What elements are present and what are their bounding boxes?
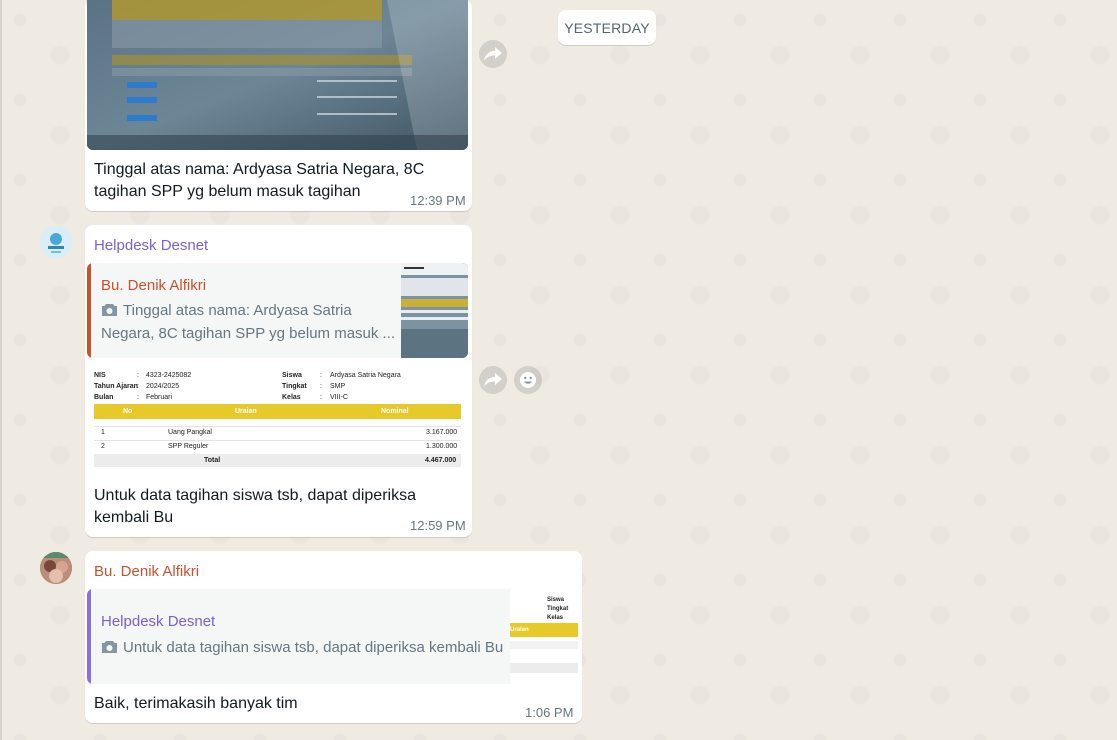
thumb-row bbox=[510, 663, 578, 673]
forward-button[interactable] bbox=[479, 40, 507, 68]
row2-no: 2 bbox=[101, 443, 105, 450]
year-label: Tahun Ajaran bbox=[94, 383, 138, 390]
quote-text-line1: Tinggal atas nama: Ardyasa Satria bbox=[101, 299, 352, 322]
message-bubble-2[interactable]: Helpdesk Desnet Bu. Denik Alfikri Tingga… bbox=[85, 225, 472, 537]
emoji-icon bbox=[520, 372, 536, 388]
quote-author: Helpdesk Desnet bbox=[101, 613, 216, 630]
invoice-row-line bbox=[94, 440, 461, 441]
message-bubble-1[interactable]: Tinggal atas nama: Ardyasa Satria Negara… bbox=[85, 0, 472, 211]
quote-bar bbox=[87, 263, 91, 358]
level-value: SMP bbox=[330, 383, 346, 390]
message-bubble-3[interactable]: Bu. Denik Alfikri Helpdesk Desnet Untuk … bbox=[85, 551, 582, 723]
col-amount: Nominal bbox=[381, 408, 409, 415]
col-desc: Uraian bbox=[235, 408, 257, 415]
quoted-message[interactable]: Helpdesk Desnet Untuk data tagihan siswa… bbox=[87, 589, 578, 684]
class-value: VIII-C bbox=[330, 394, 348, 401]
avatar-denik[interactable] bbox=[40, 552, 72, 584]
date-separator: YESTERDAY bbox=[558, 10, 656, 45]
helpdesk-logo-icon bbox=[40, 226, 72, 258]
thumb-kelas: Kelas bbox=[547, 615, 564, 621]
photo-preview bbox=[87, 0, 468, 150]
message-time: 12:59 PM bbox=[410, 518, 466, 533]
avatar-helpdesk[interactable] bbox=[40, 226, 72, 258]
invoice-total-row bbox=[94, 454, 461, 467]
react-button[interactable] bbox=[514, 366, 542, 394]
month-label: Bulan bbox=[94, 394, 114, 401]
sender-name[interactable]: Bu. Denik Alfikri bbox=[94, 563, 199, 580]
year-value: 2024/2025 bbox=[146, 383, 180, 390]
message-text-line2: tagihan SPP yg belum masuk tagihan bbox=[94, 183, 361, 200]
invoice-row-line bbox=[94, 426, 461, 427]
forward-button[interactable] bbox=[479, 366, 507, 394]
colon: : bbox=[320, 372, 322, 379]
camera-icon bbox=[102, 641, 117, 653]
row2-amount: 1.300.000 bbox=[426, 443, 458, 450]
user-photo-icon bbox=[40, 552, 72, 584]
quote-thumbnail bbox=[401, 263, 468, 358]
student-label: Siswa bbox=[282, 372, 302, 379]
colon: : bbox=[137, 394, 139, 401]
quote-text-content: Untuk data tagihan siswa tsb, dapat dipe… bbox=[123, 639, 504, 656]
class-label: Kelas bbox=[282, 394, 301, 401]
message-time: 12:39 PM bbox=[410, 193, 466, 208]
sender-name[interactable]: Helpdesk Desnet bbox=[94, 237, 208, 254]
row1-desc: Uang Pangkal bbox=[168, 429, 212, 436]
total-label: Total bbox=[204, 457, 221, 464]
colon: : bbox=[320, 383, 322, 390]
quoted-message[interactable]: Bu. Denik Alfikri Tinggal atas nama: Ard… bbox=[87, 263, 468, 358]
quote-author: Bu. Denik Alfikri bbox=[101, 277, 207, 294]
message-text: Baik, terimakasih banyak tim bbox=[94, 695, 298, 712]
quote-text: Untuk data tagihan siswa tsb, dapat dipe… bbox=[101, 636, 503, 659]
colon: : bbox=[137, 372, 139, 379]
thumb-tingkat: Tingkat bbox=[547, 606, 569, 612]
row2-desc: SPP Reguler bbox=[168, 443, 209, 450]
colon: : bbox=[137, 383, 139, 390]
col-no: No bbox=[123, 408, 133, 415]
student-value: Ardyasa Satria Negara bbox=[330, 372, 401, 379]
colon: : bbox=[320, 394, 322, 401]
panel-divider bbox=[0, 0, 2, 740]
camera-icon bbox=[102, 304, 117, 316]
message-text-line2: kembali Bu bbox=[94, 509, 174, 526]
nis-label: NIS bbox=[94, 372, 106, 379]
quote-thumbnail: Siswa Tingkat Kelas Uraian bbox=[510, 589, 578, 684]
row1-no: 1 bbox=[101, 429, 105, 436]
month-value: Februari bbox=[146, 394, 173, 401]
photo-attachment[interactable] bbox=[87, 0, 468, 150]
quote-text-line2: Negara, 8C tagihan SPP yg belum masuk ..… bbox=[101, 325, 396, 342]
thumb-uraian: Uraian bbox=[510, 627, 529, 633]
forward-icon bbox=[484, 47, 502, 61]
forward-icon bbox=[484, 373, 502, 387]
quote-text-1: Tinggal atas nama: Ardyasa Satria bbox=[123, 302, 352, 319]
thumb-row bbox=[510, 641, 578, 649]
level-label: Tingkat bbox=[282, 383, 307, 390]
thumbnail-image bbox=[401, 263, 468, 358]
nis-value: 4323-2425082 bbox=[146, 372, 192, 379]
invoice-image[interactable]: NIS : 4323-2425082 Tahun Ajaran : 2024/2… bbox=[87, 362, 468, 469]
message-text-line1: Untuk data tagihan siswa tsb, dapat dipe… bbox=[94, 487, 416, 504]
total-value: 4.467.000 bbox=[425, 457, 457, 464]
quote-bar bbox=[87, 589, 91, 684]
message-text-line1: Tinggal atas nama: Ardyasa Satria Negara… bbox=[94, 161, 425, 178]
row1-amount: 3.167.000 bbox=[426, 429, 458, 436]
message-time: 1:06 PM bbox=[525, 705, 574, 720]
thumb-siswa: Siswa bbox=[547, 597, 565, 603]
